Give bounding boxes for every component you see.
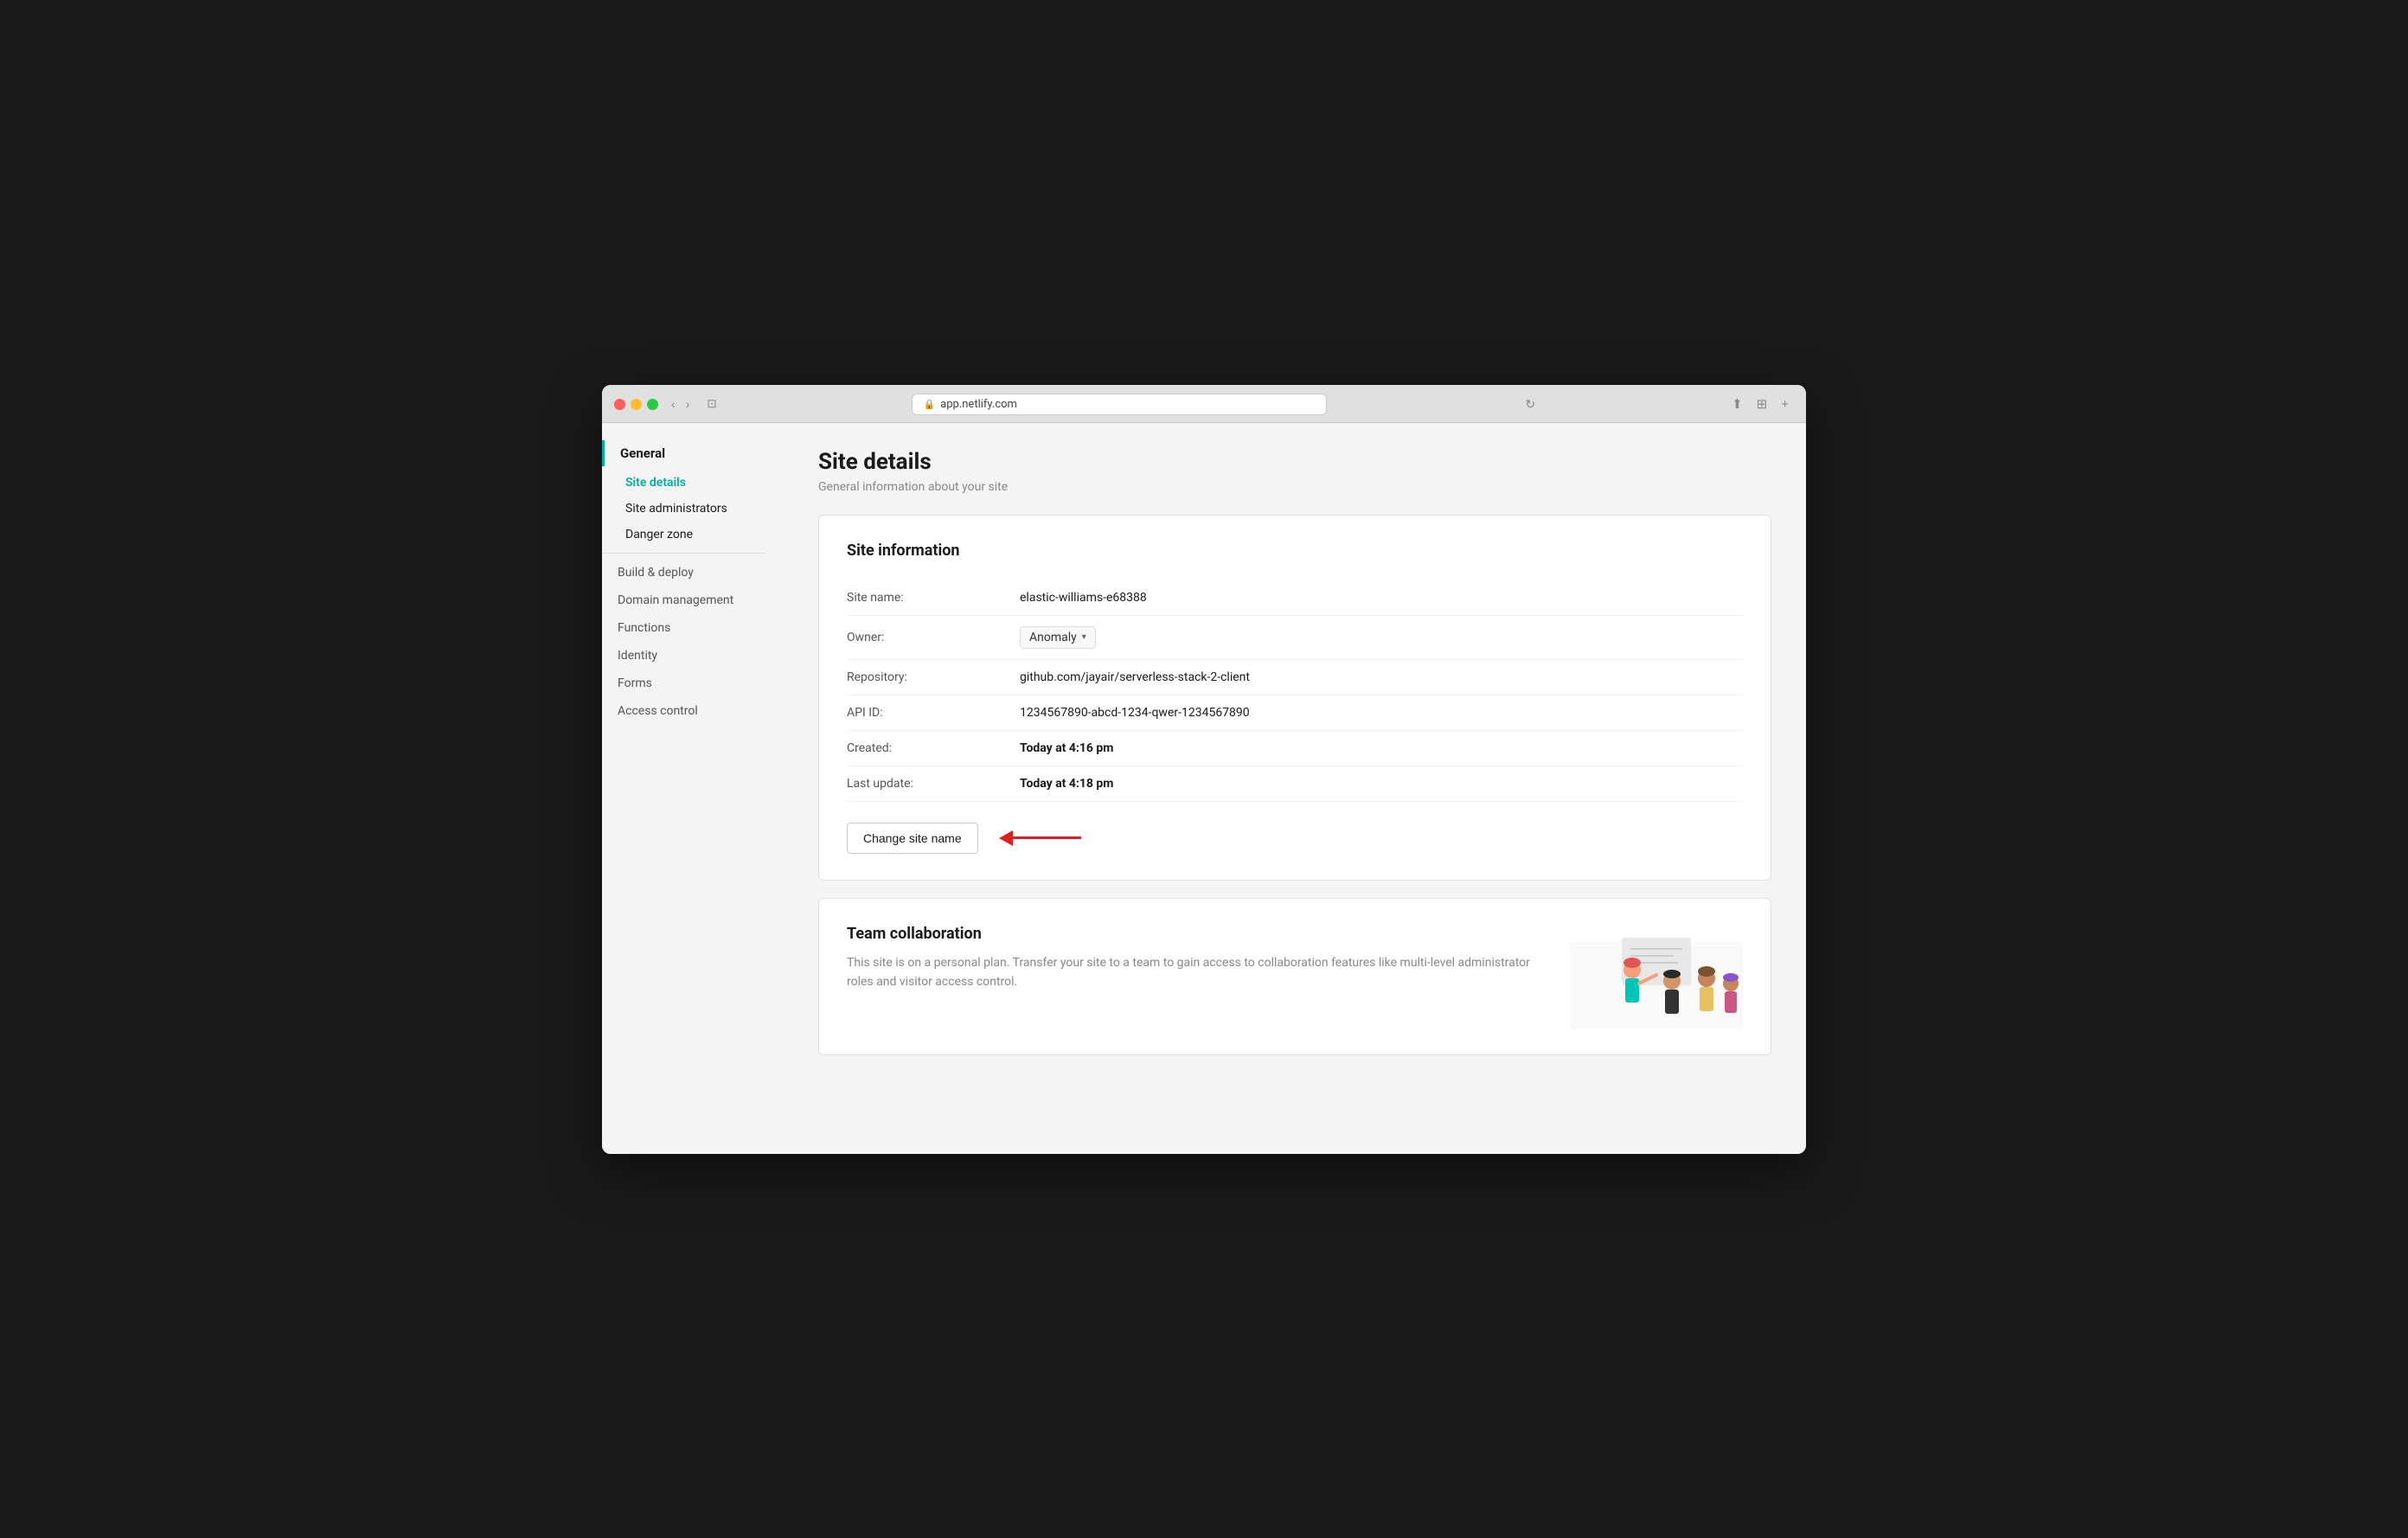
- sidebar-item-access-control[interactable]: Access control: [602, 697, 784, 725]
- sidebar-general-title: General: [602, 440, 784, 466]
- maximize-button[interactable]: [647, 399, 658, 410]
- site-name-row: Site name: elastic-williams-e68388: [847, 580, 1743, 616]
- owner-dropdown[interactable]: Anomaly ▾: [1020, 626, 1096, 649]
- new-tab-button[interactable]: ⊞: [1752, 394, 1773, 413]
- close-button[interactable]: [614, 399, 625, 410]
- sidebar-item-danger-zone[interactable]: Danger zone: [602, 522, 784, 548]
- created-label: Created:: [847, 741, 1020, 755]
- created-value: Today at 4:16 pm: [1020, 741, 1113, 755]
- sidebar-item-site-details[interactable]: Site details: [602, 470, 784, 496]
- browser-actions: ⬆ ⊞ +: [1726, 394, 1794, 413]
- page-title: Site details: [818, 449, 1771, 475]
- last-update-label: Last update:: [847, 777, 1020, 791]
- address-bar: 🔒 app.netlify.com: [912, 394, 1327, 415]
- api-id-row: API ID: 1234567890-abcd-1234-qwer-123456…: [847, 695, 1743, 731]
- forward-button[interactable]: ›: [682, 395, 695, 413]
- sidebar-item-site-administrators[interactable]: Site administrators: [602, 496, 784, 522]
- minimize-button[interactable]: [631, 399, 642, 410]
- traffic-lights: [614, 399, 658, 410]
- owner-value: Anomaly: [1029, 631, 1077, 644]
- sidebar-item-forms[interactable]: Forms: [602, 670, 784, 697]
- repository-label: Repository:: [847, 670, 1020, 684]
- last-update-value: Today at 4:18 pm: [1020, 777, 1113, 791]
- team-collaboration-description: This site is on a personal plan. Transfe…: [847, 953, 1544, 992]
- button-row: Change site name: [847, 823, 1743, 854]
- repository-row: Repository: github.com/jayair/serverless…: [847, 660, 1743, 695]
- last-update-row: Last update: Today at 4:18 pm: [847, 766, 1743, 802]
- team-card-text: Team collaboration This site is on a per…: [847, 925, 1544, 992]
- add-tab-button[interactable]: +: [1776, 395, 1794, 413]
- site-name-label: Site name:: [847, 591, 1020, 605]
- sidebar-item-build-deploy[interactable]: Build & deploy: [602, 559, 784, 586]
- page-subtitle: General information about your site: [818, 480, 1771, 494]
- sidebar-toggle-button[interactable]: ⊡: [702, 395, 720, 413]
- browser-chrome: ‹ › ⊡ 🔒 app.netlify.com ↻ ⬆ ⊞ +: [602, 385, 1806, 423]
- change-site-name-button[interactable]: Change site name: [847, 823, 978, 854]
- share-button[interactable]: ⬆: [1726, 394, 1748, 413]
- site-information-card: Site information Site name: elastic-will…: [818, 515, 1771, 881]
- lock-icon: 🔒: [923, 399, 935, 410]
- main-content: Site details General information about y…: [784, 423, 1806, 1154]
- url-text: app.netlify.com: [940, 398, 1017, 411]
- back-button[interactable]: ‹: [667, 395, 680, 413]
- browser-content: General Site details Site administrators…: [602, 423, 1806, 1154]
- sidebar-item-functions[interactable]: Functions: [602, 614, 784, 642]
- site-name-value: elastic-williams-e68388: [1020, 591, 1147, 605]
- refresh-button[interactable]: ↻: [1525, 397, 1535, 412]
- team-collaboration-card: Team collaboration This site is on a per…: [818, 898, 1771, 1055]
- team-illustration: [1570, 925, 1743, 1029]
- sidebar-divider-1: [602, 553, 766, 554]
- owner-label: Owner:: [847, 631, 1020, 644]
- api-id-value: 1234567890-abcd-1234-qwer-1234567890: [1020, 706, 1250, 720]
- team-collaboration-title: Team collaboration: [847, 925, 1544, 943]
- nav-buttons: ‹ ›: [667, 395, 694, 413]
- sidebar-item-domain-management[interactable]: Domain management: [602, 586, 784, 614]
- site-information-title: Site information: [847, 542, 1743, 560]
- browser-window: ‹ › ⊡ 🔒 app.netlify.com ↻ ⬆ ⊞ + General …: [602, 385, 1806, 1154]
- sidebar-item-identity[interactable]: Identity: [602, 642, 784, 670]
- created-row: Created: Today at 4:16 pm: [847, 731, 1743, 766]
- sidebar: General Site details Site administrators…: [602, 423, 784, 1154]
- arrow-indicator: [999, 830, 1081, 846]
- chevron-down-icon: ▾: [1082, 632, 1086, 642]
- api-id-label: API ID:: [847, 706, 1020, 720]
- arrow-head: [999, 830, 1013, 846]
- repository-value: github.com/jayair/serverless-stack-2-cli…: [1020, 670, 1250, 684]
- owner-row: Owner: Anomaly ▾: [847, 616, 1743, 660]
- arrow-line: [1012, 836, 1081, 839]
